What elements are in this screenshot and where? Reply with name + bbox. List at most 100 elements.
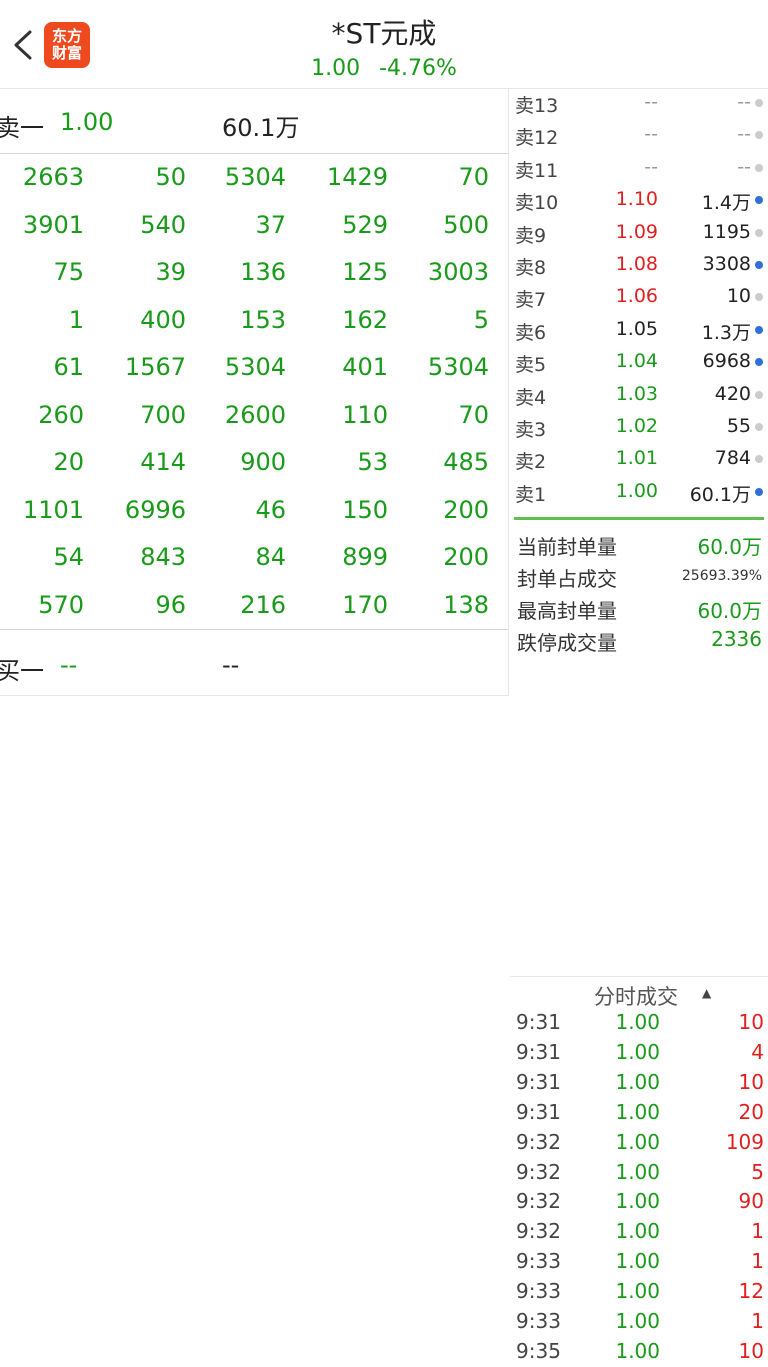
ask-price: 1.09 [615, 220, 658, 243]
trade-row: 9:32 1.00 90 [510, 1187, 768, 1217]
stat-row: 跌停成交量 2336 [508, 624, 768, 656]
queue-cell: 150 [342, 495, 388, 524]
queue-cell: 5304 [224, 163, 286, 191]
stat-label: 最高封单量 [517, 599, 617, 623]
trade-row: 9:31 1.00 20 [510, 1098, 768, 1128]
queue-cell: 138 [443, 590, 489, 619]
divider [0, 153, 508, 154]
buy-one-price: -- [60, 651, 78, 679]
queue-cell: 843 [140, 543, 186, 571]
trade-row: 9:33 1.00 1 [510, 1247, 768, 1277]
queue-cell: 200 [443, 495, 489, 524]
caret-up-icon: ▲ [702, 986, 712, 1000]
trade-volume: 5 [751, 1159, 764, 1184]
order-book-row[interactable]: 卖3 1.02 55 [508, 412, 768, 444]
order-book-row[interactable]: 卖1 1.00 60.1万 [508, 477, 768, 509]
queue-cell: 84 [255, 543, 286, 571]
queue-cell: 2663 [22, 163, 84, 191]
trade-time: 9:32 [516, 1219, 561, 1244]
status-dot-icon [755, 423, 763, 431]
buy-one-volume: -- [222, 651, 240, 679]
ask-volume: -- [737, 123, 751, 146]
ask-level-label: 卖3 [515, 419, 547, 441]
trade-time: 9:32 [516, 1189, 561, 1214]
ask-level-label: 卖10 [515, 192, 559, 215]
queue-row: 260 700 2600 110 70 [0, 393, 508, 440]
ask-level-label: 卖4 [515, 386, 547, 409]
queue-cell: 1567 [124, 353, 186, 381]
order-book-row[interactable]: 卖8 1.08 3308 [508, 250, 768, 282]
ask-level-label: 卖1 [515, 483, 547, 506]
ask-volume: 1.3万 [701, 321, 751, 344]
trade-time: 9:31 [516, 1069, 561, 1094]
order-book-row[interactable]: 卖5 1.04 6968 [508, 347, 768, 379]
ask-level-label: 卖12 [515, 127, 559, 150]
ask-volume: -- [737, 155, 751, 178]
trade-volume: 10 [738, 1338, 764, 1363]
order-book-row[interactable]: 卖10 1.10 1.4万 [508, 185, 768, 217]
sell-one-volume: 60.1万 [222, 114, 300, 142]
order-book-row[interactable]: 卖13 -- -- [508, 88, 768, 120]
queue-cell: 53 [357, 448, 388, 476]
trade-row: 9:33 1.00 1 [510, 1307, 768, 1337]
queue-cell: 61 [53, 353, 84, 381]
trade-price: 1.00 [615, 1279, 660, 1304]
trade-row: 9:35 1.00 10 [510, 1337, 768, 1367]
queue-row: 75 39 136 125 3003 [0, 250, 508, 297]
order-book-row[interactable]: 卖6 1.05 1.3万 [508, 315, 768, 347]
trade-price: 1.00 [615, 1129, 660, 1154]
queue-cell: 216 [240, 590, 286, 619]
sell-one-price: 1.00 [60, 108, 114, 136]
ask-level-label: 卖6 [515, 321, 547, 344]
queue-cell: 485 [443, 448, 489, 476]
queue-cell: 110 [342, 400, 388, 429]
buy-one-row: 买一 -- -- [0, 631, 508, 699]
order-book-row[interactable]: 卖11 -- -- [508, 153, 768, 185]
queue-cell: 96 [155, 590, 186, 619]
queue-cell: 136 [240, 258, 286, 286]
ask-volume: 60.1万 [689, 483, 751, 506]
ask-level-label: 卖7 [515, 289, 547, 312]
trade-price: 1.00 [615, 1309, 660, 1333]
queue-cell: 3901 [22, 210, 84, 239]
stock-name: *ST元成 [331, 17, 437, 50]
ask-volume: 420 [714, 382, 751, 405]
ask-volume: 1.4万 [701, 192, 751, 215]
order-book-row[interactable]: 卖4 1.03 420 [508, 380, 768, 412]
trade-time: 9:33 [516, 1279, 561, 1304]
queue-cell: 70 [458, 400, 489, 429]
queue-cell: 170 [342, 590, 388, 619]
top-bar: 东方 财富 *ST元成 1.00 -4.76% [0, 0, 768, 89]
queue-cell: 5 [473, 305, 489, 334]
queue-cell: 1429 [326, 163, 388, 191]
order-book-row[interactable]: 卖7 1.06 10 [508, 282, 768, 314]
ask-level-label: 卖5 [515, 354, 547, 377]
queue-cell: 1 [68, 305, 84, 334]
queue-cell: 5304 [224, 353, 286, 381]
ask-volume: 10 [726, 285, 751, 308]
stat-row: 最高封单量 60.0万 [508, 592, 768, 624]
trade-price: 1.00 [615, 1219, 660, 1244]
trade-volume: 109 [725, 1129, 764, 1154]
trade-row: 9:31 1.00 4 [510, 1038, 768, 1068]
ask-price: -- [644, 123, 658, 146]
queue-cell: 39 [155, 258, 186, 286]
ask-level-label: 卖13 [515, 95, 559, 117]
order-book-row[interactable]: 卖2 1.01 784 [508, 444, 768, 476]
ask-volume: 55 [726, 415, 751, 437]
order-book-row[interactable]: 卖9 1.09 1195 [508, 218, 768, 250]
stat-row: 当前封单量 60.0万 [508, 528, 768, 560]
queue-cell: 70 [458, 163, 489, 191]
ask-price: -- [644, 155, 658, 178]
status-dot-icon [755, 293, 763, 302]
queue-cell: 20 [53, 448, 84, 476]
queue-cell: 700 [140, 400, 186, 429]
status-dot-icon [755, 358, 763, 367]
ask-price: 1.01 [615, 447, 658, 470]
queue-cell: 570 [38, 590, 84, 619]
order-book-row[interactable]: 卖12 -- -- [508, 120, 768, 152]
queue-cell: 37 [255, 210, 286, 239]
queue-cell: 162 [342, 305, 388, 334]
trade-price: 1.00 [615, 1159, 660, 1184]
stat-label: 封单占成交 [517, 567, 617, 591]
